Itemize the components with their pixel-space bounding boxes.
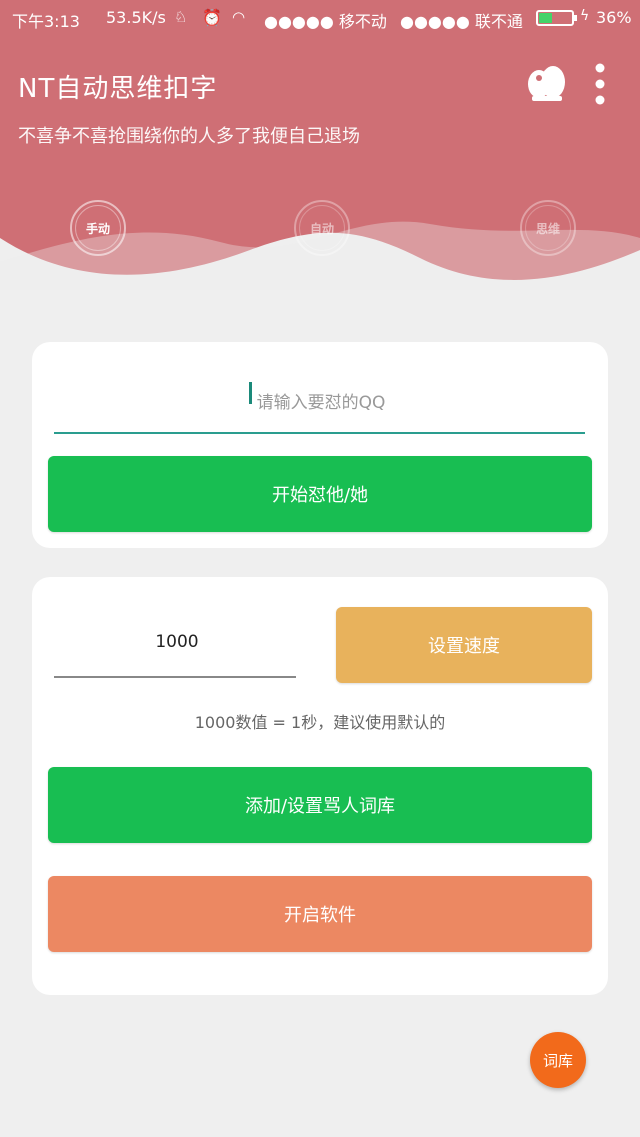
- mode-auto-label: 自动: [309, 221, 334, 236]
- speed-input[interactable]: [54, 621, 300, 663]
- mode-thinking-label: 思维: [535, 221, 560, 236]
- speed-hint: 1000数值 = 1秒，建议使用默认的: [194, 713, 446, 732]
- wifi-icon: ◠: [232, 8, 246, 26]
- charging-icon: ϟ: [580, 8, 590, 24]
- qq-input[interactable]: [54, 372, 588, 434]
- start-attack-button[interactable]: 开始怼他/她: [48, 456, 592, 532]
- text-cursor: [249, 382, 252, 404]
- app-subtitle: 不喜争不喜抢围绕你的人多了我便自己退场: [18, 126, 360, 147]
- app-title: NT自动思维扣字: [18, 74, 218, 104]
- word-library-button[interactable]: 添加/设置骂人词库: [48, 767, 592, 843]
- battery-icon: [536, 9, 578, 31]
- bell-icon: ♘: [174, 8, 188, 26]
- mode-thinking-button[interactable]: 思维: [520, 200, 576, 256]
- start-app-button[interactable]: 开启软件: [48, 876, 592, 952]
- status-time: 下午3:13: [12, 12, 80, 31]
- alarm-icon: ⏰: [202, 8, 222, 27]
- word-library-fab[interactable]: 词库: [530, 1032, 586, 1088]
- speed-input-underline: [54, 676, 296, 678]
- qq-icon[interactable]: [524, 62, 568, 102]
- status-bar: 下午3:13 53.5K/s ♘ ⏰ ◠ ●●●●● 移不动 ●●●●● 联不通…: [0, 0, 640, 36]
- mode-manual-button[interactable]: 手动: [70, 200, 126, 256]
- status-speed: 53.5K/s: [106, 8, 166, 27]
- status-battery: 36%: [596, 8, 632, 27]
- qq-input-underline: [54, 432, 585, 434]
- status-carrier1: ●●●●● 移不动: [264, 12, 387, 31]
- set-speed-button[interactable]: 设置速度: [336, 607, 592, 683]
- header: 下午3:13 53.5K/s ♘ ⏰ ◠ ●●●●● 移不动 ●●●●● 联不通…: [0, 0, 640, 290]
- status-carrier2: ●●●●● 联不通: [400, 12, 523, 31]
- more-vertical-icon[interactable]: [586, 62, 614, 106]
- settings-card: 设置速度 1000数值 = 1秒，建议使用默认的 添加/设置骂人词库 开启软件: [32, 577, 608, 995]
- qq-card: 开始怼他/她: [32, 342, 608, 548]
- mode-manual-label: 手动: [85, 221, 110, 236]
- mode-auto-button[interactable]: 自动: [294, 200, 350, 256]
